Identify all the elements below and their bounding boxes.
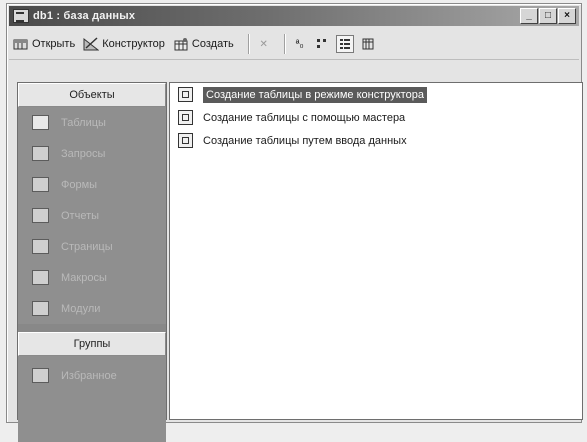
database-icon [13, 9, 29, 23]
form-icon [32, 177, 49, 192]
sidebar-item-label: Формы [61, 178, 98, 191]
sidebar-item-label: Макросы [61, 271, 107, 284]
sidebar-item-forms[interactable]: Формы [18, 169, 166, 200]
object-list-pane: Создание таблицы в режиме конструктора С… [169, 82, 583, 420]
objects-list: Таблицы Запросы Формы Отчеты Страницы Ма… [18, 107, 166, 324]
window-title: db1 : база данных [33, 10, 136, 22]
table-icon [32, 115, 49, 130]
list-item[interactable]: Создание таблицы с помощью мастера [170, 106, 582, 129]
objects-header[interactable]: Объекты [18, 83, 166, 107]
shortcut-icon [178, 110, 193, 125]
create-button[interactable]: Создать [173, 37, 234, 51]
sidebar-item-label: Таблицы [61, 116, 106, 129]
report-icon [32, 208, 49, 223]
list-icon[interactable] [335, 35, 354, 53]
list-item-label: Создание таблицы с помощью мастера [203, 111, 406, 124]
list-item-label: Создание таблицы в режиме конструктора [203, 86, 427, 103]
design-icon [83, 37, 100, 51]
favorites-icon [32, 368, 49, 383]
list-item[interactable]: Создание таблицы путем ввода данных [170, 129, 582, 152]
macro-icon [32, 270, 49, 285]
open-label: Открыть [32, 38, 76, 50]
database-window: db1 : база данных _ □ × Открыть Конструк… [6, 3, 583, 442]
sidebar-item-reports[interactable]: Отчеты [18, 200, 166, 231]
minimize-button[interactable]: _ [520, 8, 538, 24]
title-bar[interactable]: db1 : база данных _ □ × [9, 6, 579, 26]
group-item-favorites[interactable]: Избранное [18, 360, 166, 391]
design-label: Конструктор [102, 38, 165, 50]
list-item-label: Создание таблицы путем ввода данных [203, 134, 407, 147]
sidebar-item-label: Отчеты [61, 209, 100, 222]
delete-icon[interactable]: ✕ [256, 36, 272, 52]
close-button[interactable]: × [558, 8, 576, 24]
list-item[interactable]: Создание таблицы в режиме конструктора [170, 83, 582, 106]
sidebar-item-label: Запросы [61, 147, 106, 160]
window-controls: _ □ × [520, 8, 576, 24]
group-item-label: Избранное [61, 369, 117, 382]
page-icon [32, 239, 49, 254]
sidebar-item-pages[interactable]: Страницы [18, 231, 166, 262]
query-icon [32, 146, 49, 161]
large-icons-icon[interactable]: ª₀ [292, 36, 308, 52]
shortcut-icon [178, 87, 193, 102]
maximize-button[interactable]: □ [539, 8, 557, 24]
shortcut-icon [178, 133, 193, 148]
open-button[interactable]: Открыть [13, 37, 75, 51]
sidebar-item-queries[interactable]: Запросы [18, 138, 166, 169]
toolbar-separator [283, 34, 286, 54]
sidebar-item-modules[interactable]: Модули [18, 293, 166, 324]
sidebar-item-label: Страницы [61, 240, 113, 253]
create-label: Создать [191, 38, 234, 50]
sidebar-item-label: Модули [61, 302, 101, 315]
open-icon [13, 37, 29, 51]
new-table-icon [173, 37, 189, 51]
toolbar-separator [247, 34, 250, 54]
groups-list: Избранное [18, 356, 166, 442]
sidebar-item-tables[interactable]: Таблицы [18, 107, 166, 138]
module-icon [32, 301, 49, 316]
sidebar-item-macros[interactable]: Макросы [18, 262, 166, 293]
design-button[interactable]: Конструктор [83, 37, 165, 51]
groups-header[interactable]: Группы [18, 332, 166, 356]
toolbar: Открыть Конструктор Создать ✕ ª₀ [9, 29, 579, 60]
objects-panel: Объекты Таблицы Запросы Формы Отчеты Стр… [17, 82, 167, 442]
details-icon[interactable] [360, 36, 376, 52]
small-icons-icon[interactable] [314, 36, 330, 52]
